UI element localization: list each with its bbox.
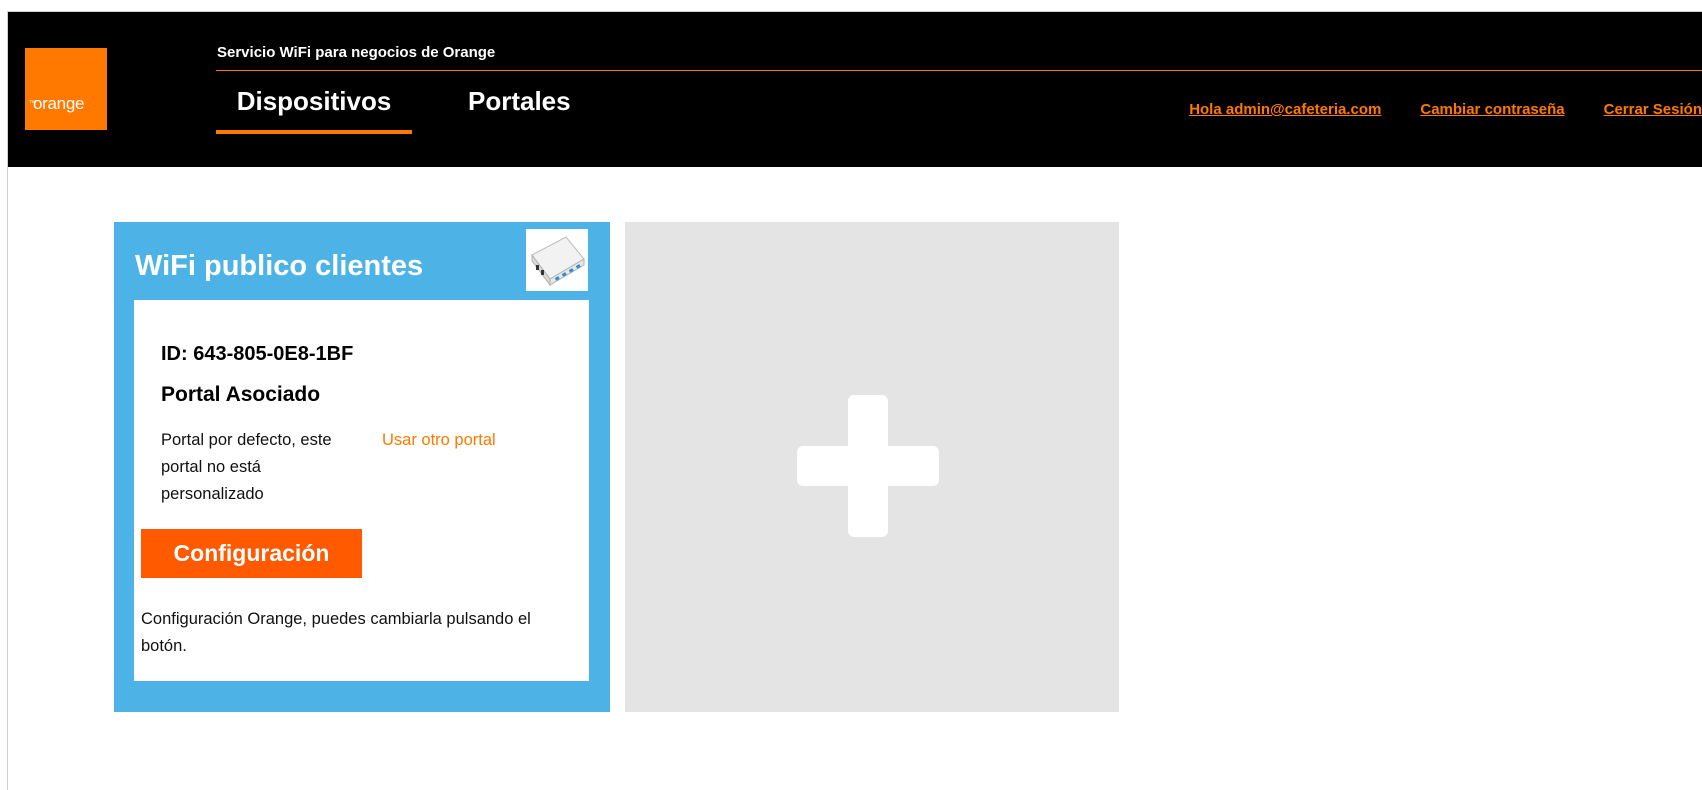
use-other-portal-link[interactable]: Usar otro portal (382, 427, 496, 454)
header-divider (216, 70, 1702, 71)
device-card-body: ID: 643-805-0E8-1BF Portal Asociado Port… (134, 300, 589, 681)
greeting-link[interactable]: Hola admin@cafeteria.com (1189, 101, 1381, 118)
active-tab-underline (216, 130, 412, 134)
router-image (526, 229, 588, 291)
device-card-title: WiFi publico clientes (135, 250, 424, 282)
device-id: ID: 643-805-0E8-1BF (161, 343, 354, 365)
portal-description: Portal por defecto, este portal no está … (161, 431, 332, 503)
logout-link[interactable]: Cerrar Sesión (1604, 101, 1702, 118)
tab-portales[interactable]: Portales (468, 86, 588, 117)
tab-dispositivos-label: Dispositivos (236, 86, 392, 116)
plus-icon-bar (797, 446, 939, 486)
tab-portales-label: Portales (468, 86, 571, 116)
logo-text: orange (33, 94, 85, 113)
portal-heading: Portal Asociado (161, 383, 321, 406)
header-user-links: Hola admin@cafeteria.com Cambiar contras… (1189, 101, 1702, 118)
add-device-card[interactable] (625, 222, 1119, 712)
device-card: WiFi publico clientes ID: 643-805-0E8-1B… (114, 222, 610, 712)
configuration-note: Configuración Orange, puedes cambiarla p… (141, 610, 531, 655)
header-bar: orange ™ Servicio WiFi para negocios de O… (8, 12, 1702, 167)
service-title: Servicio WiFi para negocios de Orange (217, 44, 496, 61)
configuration-button[interactable]: Configuración (141, 529, 362, 578)
tab-dispositivos[interactable]: Dispositivos (216, 86, 412, 134)
change-password-link[interactable]: Cambiar contraseña (1420, 101, 1564, 118)
router-icon (531, 236, 585, 287)
logo-trademark: ™ (29, 100, 36, 107)
orange-logo[interactable]: orange ™ (25, 48, 107, 130)
